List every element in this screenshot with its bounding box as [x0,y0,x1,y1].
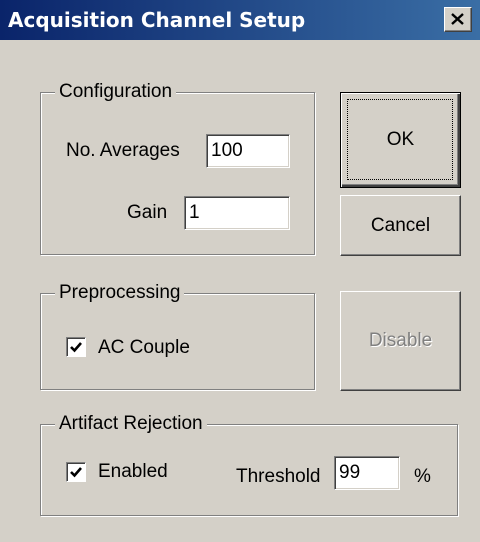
window-title: Acquisition Channel Setup [8,8,306,32]
cancel-button-label: Cancel [370,214,431,236]
configuration-legend: Configuration [55,80,177,104]
cancel-button[interactable]: Cancel [340,195,461,256]
focus-rectangle [347,99,453,180]
gain-label: Gain [127,202,168,223]
ac-couple-checkbox[interactable] [66,337,86,357]
threshold-input[interactable]: 99 [334,456,400,490]
no-averages-input[interactable]: 100 [206,134,290,168]
no-averages-label: No. Averages [66,140,180,161]
checkmark-icon [70,342,82,353]
configuration-group: Configuration [40,80,315,255]
ok-button[interactable]: OK [340,92,461,188]
enabled-label: Enabled [98,461,168,482]
title-bar[interactable]: Acquisition Channel Setup [0,0,480,40]
preprocessing-legend: Preprocessing [55,281,185,305]
acquisition-channel-setup-dialog: Acquisition Channel Setup Configuration … [0,0,480,542]
disable-button-label: Disable [368,330,433,351]
checkmark-icon [70,467,82,478]
artifact-rejection-legend: Artifact Rejection [55,412,207,436]
gain-input[interactable]: 1 [184,196,290,230]
threshold-unit: % [414,466,431,487]
ac-couple-label: AC Couple [98,337,190,358]
disable-button[interactable]: Disable [340,291,461,391]
enabled-checkbox[interactable] [66,462,86,482]
threshold-label: Threshold [236,466,321,487]
close-icon [451,13,464,25]
close-button[interactable] [444,7,472,32]
